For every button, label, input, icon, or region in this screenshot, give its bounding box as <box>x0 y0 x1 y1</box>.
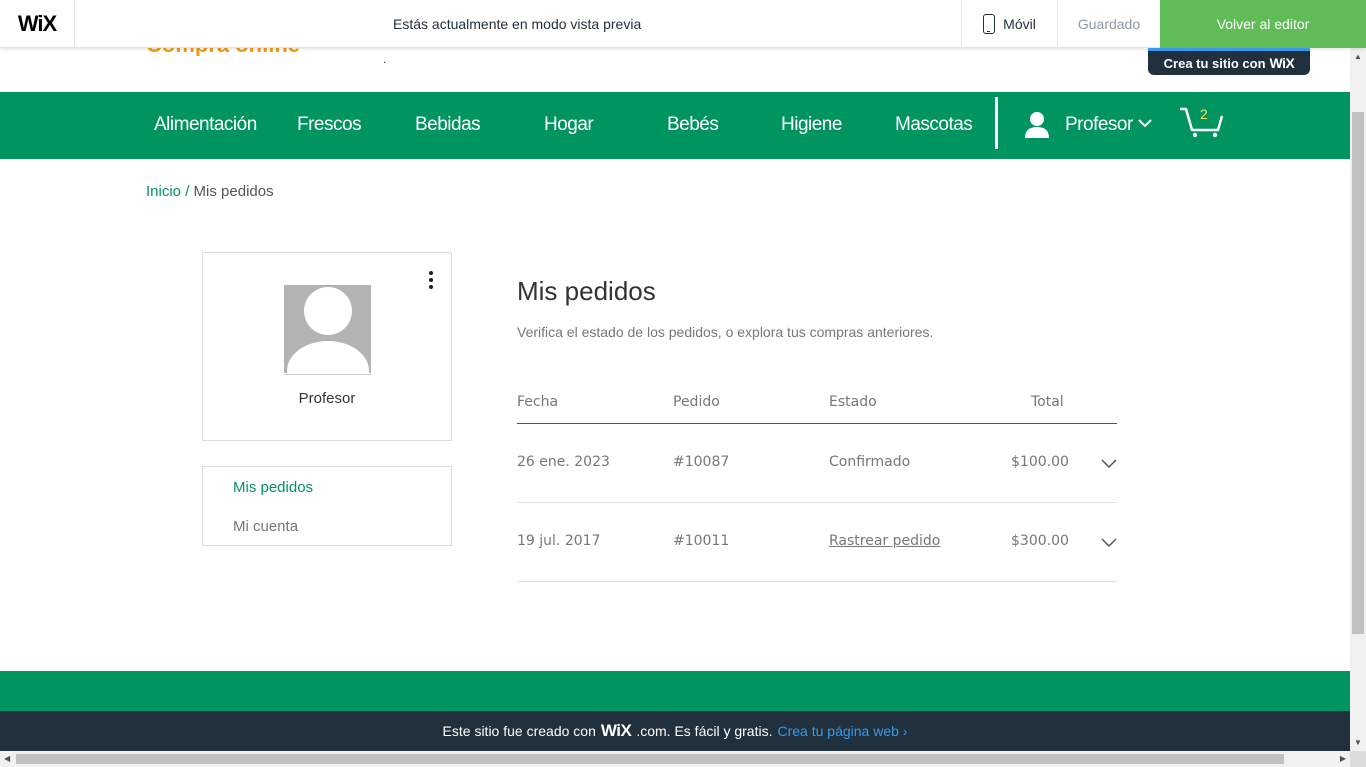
breadcrumb-home[interactable]: Inicio <box>146 183 181 200</box>
profile-card: Profesor <box>202 252 452 441</box>
side-menu-item-mis-pedidos[interactable]: Mis pedidos <box>233 479 313 496</box>
breadcrumb-separator: / <box>185 183 190 200</box>
nav-item-frescos[interactable]: Frescos <box>297 114 362 136</box>
saved-status: Guardado <box>1077 16 1141 32</box>
nav-item-higiene[interactable]: Higiene <box>781 114 842 136</box>
site-footer <box>0 671 1350 711</box>
mobile-label: Móvil <box>1003 16 1036 32</box>
order-date: 19 jul. 2017 <box>517 533 601 549</box>
order-status: Confirmado <box>829 454 911 470</box>
main-nav: Alimentación Frescos Bebidas Hogar Bebés… <box>0 92 1350 159</box>
avatar <box>284 285 371 373</box>
chevron-down-icon[interactable] <box>1101 538 1117 548</box>
preview-message: Estás actualmente en modo vista previa <box>393 16 642 32</box>
nav-item-hogar[interactable]: Hogar <box>544 114 594 136</box>
crea-badge-logo: WiX <box>1269 55 1295 71</box>
order-total: $300.00 <box>1011 533 1069 549</box>
nav-item-bebidas[interactable]: Bebidas <box>415 114 481 136</box>
cart-count: 2 <box>1200 106 1208 122</box>
orders-subtitle: Verifica el estado de los pedidos, o exp… <box>517 324 934 340</box>
table-header-divider <box>517 423 1117 424</box>
avatar-divider <box>284 374 371 375</box>
scrollbar-corner <box>1350 751 1366 767</box>
crea-badge-text: Crea tu sitio con <box>1163 55 1266 71</box>
column-header-total: Total <box>1031 394 1064 410</box>
ad-wix-logo: WiX <box>600 721 632 740</box>
scroll-up-icon[interactable]: ▲ <box>1354 52 1362 61</box>
side-menu-item-mi-cuenta[interactable]: Mi cuenta <box>233 518 298 535</box>
chevron-down-icon[interactable] <box>1101 459 1117 469</box>
vertical-scrollbar[interactable]: ▲ ▼ <box>1350 48 1366 751</box>
user-menu-name[interactable]: Profesor <box>1065 114 1133 136</box>
scroll-down-icon[interactable]: ▼ <box>1354 738 1362 747</box>
mobile-view-button[interactable]: Móvil <box>961 0 1058 48</box>
scroll-left-icon[interactable]: ◀ <box>4 754 10 763</box>
brand-dot: . <box>383 52 387 66</box>
nav-item-bebes[interactable]: Bebés <box>667 114 719 136</box>
orders-title: Mis pedidos <box>517 276 656 306</box>
create-website-link[interactable]: Crea tu página web › <box>777 723 907 739</box>
ad-text-before: Este sitio fue creado con <box>442 723 596 739</box>
breadcrumb: Inicio / Mis pedidos <box>146 183 274 200</box>
user-icon[interactable] <box>1024 110 1050 138</box>
account-side-menu: Mis pedidos Mi cuenta <box>202 466 452 546</box>
nav-item-mascotas[interactable]: Mascotas <box>895 114 973 136</box>
crea-sitio-badge[interactable]: Crea tu sitio con WiX <box>1148 48 1310 75</box>
table-row-divider <box>517 581 1117 582</box>
order-total: $100.00 <box>1011 454 1069 470</box>
wix-logo[interactable]: WiX <box>0 0 75 48</box>
nav-divider <box>995 97 998 149</box>
order-number: #10087 <box>673 454 730 470</box>
column-header-estado: Estado <box>829 394 877 410</box>
order-number: #10011 <box>673 533 730 549</box>
nav-item-alimentacion[interactable]: Alimentación <box>154 114 257 136</box>
profile-name: Profesor <box>298 390 356 407</box>
wix-ad-banner: Este sitio fue creado con WiX .com. Es fá… <box>0 711 1350 751</box>
chevron-down-icon[interactable] <box>1137 116 1153 130</box>
column-header-pedido: Pedido <box>673 394 720 410</box>
vertical-scroll-thumb[interactable] <box>1352 112 1364 634</box>
breadcrumb-current: Mis pedidos <box>193 183 274 200</box>
horizontal-scroll-thumb[interactable] <box>16 754 1284 764</box>
table-row-divider <box>517 502 1117 503</box>
track-order-link[interactable]: Rastrear pedido <box>829 533 940 549</box>
back-to-editor-button[interactable]: Volver al editor <box>1160 0 1366 48</box>
column-header-fecha: Fecha <box>517 394 559 410</box>
order-date: 26 ene. 2023 <box>517 454 610 470</box>
more-options-icon[interactable] <box>428 271 434 289</box>
wix-preview-bar: WiX Estás actualmente en modo vista prev… <box>0 0 1366 48</box>
horizontal-scrollbar[interactable]: ◀ ▶ <box>0 751 1350 767</box>
scroll-right-icon[interactable]: ▶ <box>1340 754 1346 763</box>
phone-icon <box>983 14 996 34</box>
ad-text-after: .com. Es fácil y gratis. <box>636 723 773 739</box>
